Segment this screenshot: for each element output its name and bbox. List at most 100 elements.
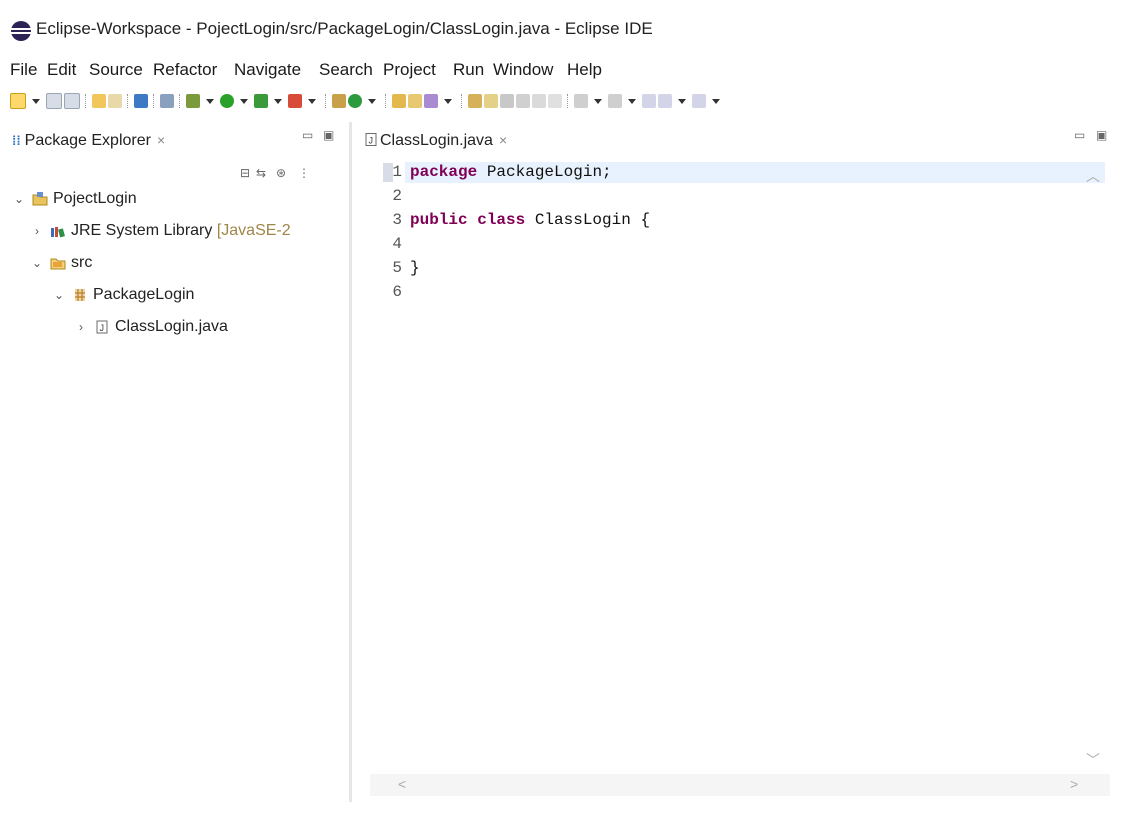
new-package-icon[interactable] xyxy=(332,94,346,108)
save-icon[interactable] xyxy=(46,93,62,109)
menu-search[interactable]: Search xyxy=(319,60,373,80)
menu-navigate[interactable]: Navigate xyxy=(234,60,301,80)
keyword-public-class: public class xyxy=(410,211,526,229)
code-line-5[interactable]: } xyxy=(410,259,420,277)
new-dropdown-icon[interactable] xyxy=(32,98,40,104)
window-title: Eclipse-Workspace - PojectLogin/src/Pack… xyxy=(36,19,653,38)
new-class-dropdown-icon[interactable] xyxy=(368,98,376,104)
menu-source[interactable]: Source xyxy=(89,60,143,80)
close-icon[interactable]: × xyxy=(499,132,507,148)
chevron-down-icon[interactable]: ⌄ xyxy=(30,256,44,270)
tree-label-jre: JRE System Library xyxy=(71,222,213,239)
menu-help[interactable]: Help xyxy=(567,60,602,80)
mark-occurrences-icon[interactable] xyxy=(484,94,498,108)
code-line-1[interactable]: package PackageLogin; xyxy=(410,163,612,181)
new-class-icon[interactable] xyxy=(348,94,362,108)
project-folder-icon xyxy=(32,192,48,206)
external-tools-icon[interactable] xyxy=(288,94,302,108)
svg-text:J: J xyxy=(100,323,105,333)
search-dropdown-icon[interactable] xyxy=(444,98,452,104)
last-edit-icon[interactable] xyxy=(642,94,656,108)
open-task-icon[interactable] xyxy=(408,94,422,108)
chevron-right-icon[interactable]: › xyxy=(74,320,88,334)
scroll-down-icon[interactable]: ﹀ xyxy=(1086,750,1100,770)
menu-bar: File Edit Source Refactor Navigate Searc… xyxy=(0,60,1122,86)
tree-item-jre[interactable]: › JRE System Library [JavaSE-2 xyxy=(30,219,291,243)
debug-icon[interactable] xyxy=(186,94,200,108)
line-number: 4 xyxy=(392,235,402,253)
tree-label-src: src xyxy=(71,254,93,271)
open-type-icon[interactable] xyxy=(392,94,406,108)
external-tools-dropdown-icon[interactable] xyxy=(308,98,316,104)
tab-package-explorer[interactable]: ⁞⁞ Package Explorer × xyxy=(12,132,165,150)
scroll-left-icon[interactable]: < xyxy=(398,776,406,792)
run-dropdown-icon[interactable] xyxy=(240,98,248,104)
debug-dropdown-icon[interactable] xyxy=(206,98,214,104)
menu-run[interactable]: Run xyxy=(453,60,484,80)
word-wrap-icon[interactable] xyxy=(516,94,530,108)
search-icon[interactable] xyxy=(424,94,438,108)
toggle-breadcrumb-icon[interactable] xyxy=(468,94,482,108)
title-bar: Eclipse-Workspace - PojectLogin/src/Pack… xyxy=(0,0,1122,64)
panel-divider[interactable] xyxy=(349,122,352,802)
annotation-next-icon[interactable] xyxy=(92,94,106,108)
run-icon[interactable] xyxy=(220,94,234,108)
tree-label-jre-version: [JavaSE-2 xyxy=(216,222,291,239)
save-all-icon[interactable] xyxy=(64,93,80,109)
prev-annotation-icon[interactable] xyxy=(608,94,622,108)
forward-icon[interactable] xyxy=(692,94,706,108)
line-number: 3 xyxy=(392,211,402,229)
collapse-all-icon[interactable]: ⊟ xyxy=(240,166,250,180)
tab-classlogin-java[interactable]: J ClassLogin.java × xyxy=(365,132,507,150)
java-file-icon: J xyxy=(96,320,108,334)
pilcrow-icon[interactable] xyxy=(548,94,562,108)
main-toolbar xyxy=(10,90,1110,112)
forward-dropdown-icon[interactable] xyxy=(712,98,720,104)
menu-edit[interactable]: Edit xyxy=(47,60,76,80)
chevron-down-icon[interactable]: ⌄ xyxy=(12,192,26,206)
tree-item-project[interactable]: ⌄ PojectLogin xyxy=(12,187,137,211)
annotation-prev-icon[interactable] xyxy=(108,94,122,108)
view-menu-icon[interactable]: ⋮ xyxy=(298,166,310,180)
link-with-editor-icon[interactable]: ⇆ xyxy=(256,166,266,180)
terminal-icon[interactable] xyxy=(134,94,148,108)
menu-file[interactable]: File xyxy=(10,60,37,80)
maximize-icon[interactable]: ▣ xyxy=(323,128,334,142)
skip-breakpoints-icon[interactable] xyxy=(160,94,174,108)
block-selection-icon[interactable] xyxy=(500,94,514,108)
chevron-right-icon[interactable]: › xyxy=(30,224,44,238)
maximize-icon[interactable]: ▣ xyxy=(1096,128,1107,142)
prev-annotation-dropdown-icon[interactable] xyxy=(628,98,636,104)
tree-label-package: PackageLogin xyxy=(93,286,195,303)
minimize-icon[interactable]: ▭ xyxy=(1074,128,1085,142)
menu-refactor[interactable]: Refactor xyxy=(153,60,217,80)
close-icon[interactable]: × xyxy=(157,132,165,148)
package-icon xyxy=(75,289,85,301)
back-dropdown-icon[interactable] xyxy=(678,98,686,104)
minimize-icon[interactable]: ▭ xyxy=(302,128,313,142)
next-annotation-dropdown-icon[interactable] xyxy=(594,98,602,104)
tree-item-src[interactable]: ⌄ src xyxy=(30,251,92,275)
library-icon xyxy=(51,227,65,238)
line-number: 6 xyxy=(392,283,402,301)
coverage-icon[interactable] xyxy=(254,94,268,108)
menu-project[interactable]: Project xyxy=(383,60,436,80)
tree-label-file: ClassLogin.java xyxy=(115,318,228,335)
tree-item-file[interactable]: › J ClassLogin.java xyxy=(74,315,228,339)
eclipse-icon xyxy=(11,21,31,41)
focus-icon[interactable]: ⊛ xyxy=(276,166,286,180)
code-line-3[interactable]: public class ClassLogin { xyxy=(410,211,650,229)
line-number: 1 xyxy=(392,163,402,181)
new-icon[interactable] xyxy=(10,93,26,109)
scroll-up-icon[interactable]: ︿ xyxy=(1086,166,1100,186)
menu-window[interactable]: Window xyxy=(493,60,553,80)
next-annotation-icon[interactable] xyxy=(574,94,588,108)
chevron-down-icon[interactable]: ⌄ xyxy=(52,288,66,302)
back-icon[interactable] xyxy=(658,94,672,108)
scroll-right-icon[interactable]: > xyxy=(1070,776,1078,792)
coverage-dropdown-icon[interactable] xyxy=(274,98,282,104)
tree-item-package[interactable]: ⌄ PackageLogin xyxy=(52,283,194,307)
show-whitespace-icon[interactable] xyxy=(532,94,546,108)
horizontal-scrollbar[interactable]: < > xyxy=(370,774,1110,796)
code-editor[interactable] xyxy=(355,160,1110,800)
